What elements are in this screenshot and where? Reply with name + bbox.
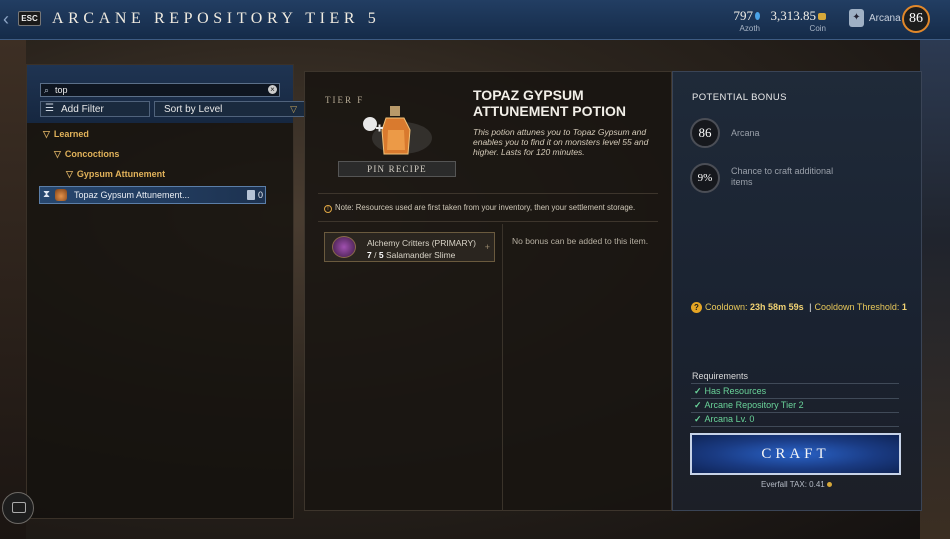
divider [318,193,658,194]
center-divider [502,224,503,511]
chevron-down-icon: ▽ [54,149,61,159]
tree-gypsum-label: Gypsum Attunement [76,169,166,179]
craft-button[interactable]: CRAFT [690,433,901,475]
recipe-count: 0 [258,190,264,200]
requirement-item: ✓ Has Resources [694,386,766,397]
check-icon: ✓ [694,414,702,424]
potion-icon [55,189,67,201]
back-icon[interactable]: ‹ [3,9,9,30]
top-bar: ‹ ESC ARCANE REPOSITORY TIER 5 797 Azoth… [0,0,950,40]
background-left [0,40,26,539]
requirements-title: Requirements [692,371,749,381]
filter-bar: ⌕ × ☰ Add Filter Sort by Level ▽ [27,65,306,123]
azoth-currency: 797 Azoth [733,7,760,33]
chance-bonus-value: 9% [690,163,720,193]
arcana-bonus-label: Arcana [731,128,760,138]
requirement-item: ✓ Arcana Lv. 0 [694,414,754,425]
search-input[interactable] [55,84,255,96]
cooldown-info: ? Cooldown: 23h 58m 59s | Cooldown Thresho… [691,302,907,313]
sort-label: Sort by Level [164,104,223,115]
item-description: This potion attunes you to Topaz Gypsum … [473,127,649,157]
background-right [920,40,950,539]
tree-concoctions-label: Concoctions [64,149,120,159]
ingredient-slot[interactable]: Alchemy Critters (PRIMARY) 7 / 5 Salaman… [324,232,495,262]
salamander-slime-icon [332,236,356,258]
potential-bonus-title: POTENTIAL BONUS [692,92,787,103]
tax-info: Everfall TAX: 0.41 [761,480,832,489]
chat-button[interactable] [2,492,34,524]
pin-recipe-button[interactable]: PIN RECIPE [338,161,456,177]
azoth-label: Azoth [739,24,760,33]
potion-image [363,106,432,155]
divider [691,383,899,384]
item-title: TOPAZ GYPSUM ATTUNEMENT POTION [473,87,626,119]
clear-icon[interactable]: × [268,85,277,94]
resource-note: ! Note: Resources used are first taken fr… [324,203,635,213]
tree-learned-label: Learned [53,129,89,139]
ingredient-need: 5 [378,250,384,260]
filter-icon: ☰ [45,103,54,114]
cooldown-icon: ? [691,302,702,313]
book-icon [247,190,255,200]
requirement-label: Arcana Lv. 0 [704,414,755,424]
coin-icon [826,482,832,487]
divider [691,398,899,399]
recipe-name: Topaz Gypsum Attunement... [74,190,190,200]
ingredient-category: Alchemy Critters (PRIMARY) [367,238,476,248]
no-bonus-text: No bonus can be added to this item. [512,236,649,246]
recipe-list-panel: ⌕ × ☰ Add Filter Sort by Level ▽ ▽Learne… [26,64,306,519]
chevron-down-icon: ▽ [43,129,50,139]
info-icon: ! [324,205,332,213]
sort-icon: ▽ [290,104,297,114]
resource-note-text: Note: Resources used are first taken fro… [335,203,636,212]
check-icon: ✓ [694,386,702,396]
arcana-bonus-value: 86 [690,118,720,148]
coin-icon [818,13,826,20]
arcana-header-label: Arcana [869,13,901,24]
esc-button[interactable]: ESC [18,11,41,26]
threshold-value: 1 [901,302,907,312]
search-icon: ⌕ [44,85,50,95]
divider [691,426,899,427]
ingredient-item: Salamander Slime [385,250,456,260]
add-filter-button[interactable]: ☰ Add Filter [40,101,150,117]
search-box[interactable]: ⌕ × [40,83,280,97]
recipe-list-item[interactable]: ⧗ Topaz Gypsum Attunement... 0 [39,186,266,204]
tax-label: Everfall TAX: 0.41 [761,480,825,489]
divider [318,221,658,222]
arcana-level-badge: 86 [902,5,930,33]
threshold-label: Cooldown Threshold: [814,302,900,312]
chat-icon [12,502,26,513]
tree-concoctions[interactable]: ▽ Concoctions [54,149,119,160]
hourglass-icon: ⧗ [43,189,51,200]
tree-learned[interactable]: ▽ Learned [43,129,89,140]
coin-label: Coin [809,24,826,33]
page-title: ARCANE REPOSITORY TIER 5 [52,10,381,27]
divider [691,412,899,413]
coin-value: 3,313.85 [770,8,817,23]
arcana-icon: ✦ [849,9,864,27]
azoth-icon [755,12,760,20]
ingredient-quantity: 7 / 5 Salamander Slime [367,250,456,260]
requirement-label: Has Resources [704,386,767,396]
requirement-label: Arcane Repository Tier 2 [704,400,804,410]
azoth-value: 797 [733,8,754,23]
coin-currency: 3,313.85 Coin [770,7,826,33]
chance-bonus-label: Chance to craft additional items [731,166,834,187]
check-icon: ✓ [694,400,702,410]
ingredient-have: 7 [367,250,372,260]
cooldown-separator: | [809,302,812,312]
sort-dropdown[interactable]: Sort by Level ▽ [154,101,306,117]
add-filter-label: Add Filter [61,104,104,115]
chevron-down-icon: ▽ [66,169,73,179]
plus-icon: + [484,242,490,252]
cooldown-label: Cooldown: [705,302,748,312]
requirement-item: ✓ Arcane Repository Tier 2 [694,400,804,411]
cooldown-value: 23h 58m 59s [750,302,804,312]
tree-gypsum-attunement[interactable]: ▽ Gypsum Attunement [66,169,165,180]
